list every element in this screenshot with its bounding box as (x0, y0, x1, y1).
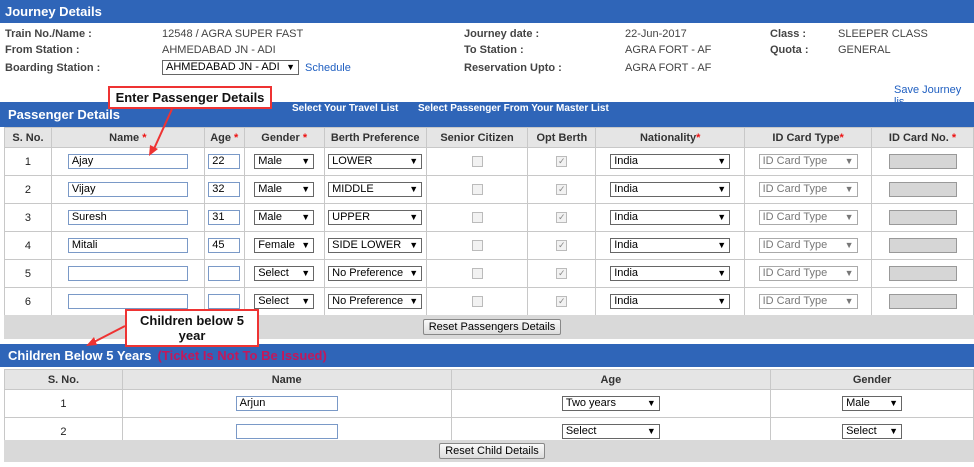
children-callout-arrow (86, 325, 126, 346)
